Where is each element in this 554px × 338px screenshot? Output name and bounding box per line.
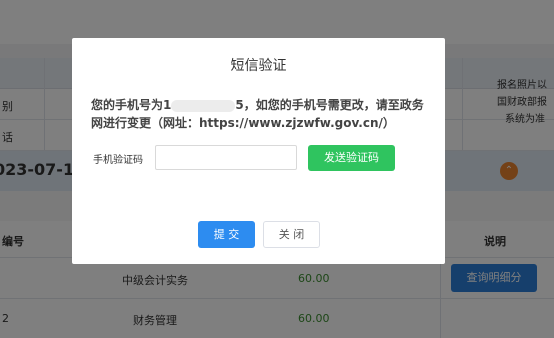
- send-code-button[interactable]: 发送验证码: [308, 145, 395, 171]
- code-label: 手机验证码: [93, 155, 143, 166]
- dialog-title: 短信验证: [230, 58, 287, 74]
- phone-change-notice: 您的手机号为1 5，如您的手机号需更改，请至政务网进行变更（网址：https://…: [91, 96, 431, 132]
- verification-code-input[interactable]: [155, 145, 297, 170]
- notice-prefix: 您的手机号为1: [91, 98, 172, 112]
- sms-verification-dialog: 短信验证 您的手机号为1 5，如您的手机号需更改，请至政务网进行变更（网址：htt…: [72, 38, 445, 264]
- submit-button[interactable]: 提 交: [198, 221, 255, 248]
- masked-phone-digits: [171, 99, 236, 112]
- masked-phone-tail: 5: [235, 98, 244, 112]
- close-button[interactable]: 关 闭: [263, 221, 320, 248]
